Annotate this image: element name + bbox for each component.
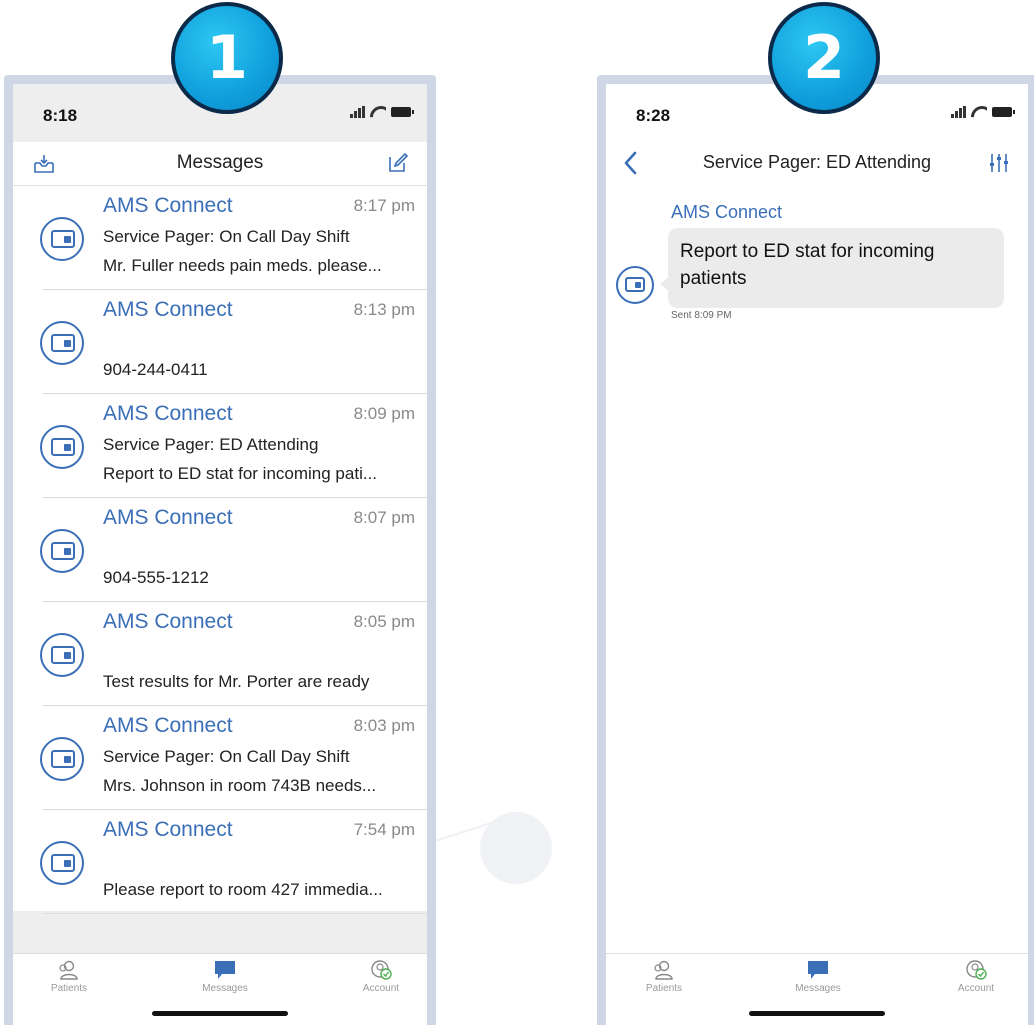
message-preview: Test results for Mr. Porter are ready [103, 672, 370, 691]
message-sender: AMS Connect [103, 402, 233, 425]
message-sender: AMS Connect [103, 610, 233, 633]
message-row[interactable]: AMS Connect 8:07 pm 904-555-1212 [13, 498, 427, 602]
home-indicator[interactable] [749, 1011, 885, 1016]
background-decoration-dot [480, 812, 552, 884]
pager-avatar-icon [40, 633, 84, 677]
tab-label: Patients [645, 983, 683, 994]
status-time: 8:18 [43, 106, 78, 125]
page-title: Service Pager: ED Attending [702, 152, 932, 172]
status-icons [951, 106, 1015, 118]
message-row[interactable]: AMS Connect 8:13 pm 904-244-0411 [13, 290, 427, 394]
message-preview: 904-244-0411 [103, 360, 208, 379]
step-badge-1: 1 [171, 2, 283, 114]
tab-label: Account [957, 983, 995, 994]
message-list: AMS Connect 8:17 pm Service Pager: On Ca… [13, 186, 427, 914]
chat-area: AMS Connect Report to ED stat for incomi… [606, 186, 1028, 953]
nav-bar: Service Pager: ED Attending [606, 142, 1028, 186]
sent-timestamp: Sent 8:09 PM [671, 310, 732, 321]
status-time: 8:28 [636, 106, 671, 125]
message-subject: Service Pager: On Call Day Shift [103, 227, 350, 246]
nav-bar: Messages [13, 142, 427, 186]
message-time: 8:03 pm [353, 716, 415, 735]
message-row[interactable]: AMS Connect 8:17 pm Service Pager: On Ca… [13, 186, 427, 290]
message-time: 8:07 pm [353, 508, 415, 527]
patients-icon [59, 960, 78, 980]
message-row[interactable]: AMS Connect 8:09 pm Service Pager: ED At… [13, 394, 427, 498]
messages-icon [215, 961, 235, 979]
message-row[interactable]: AMS Connect 8:05 pm Test results for Mr.… [13, 602, 427, 706]
message-preview: 904-555-1212 [103, 568, 209, 587]
message-row[interactable]: AMS Connect 8:03 pm Service Pager: On Ca… [13, 706, 427, 810]
message-time: 8:17 pm [353, 196, 415, 215]
message-preview: Please report to room 427 immedia... [103, 880, 383, 899]
tab-patients[interactable]: Patients [19, 960, 119, 994]
message-subject: Service Pager: On Call Day Shift [103, 747, 350, 766]
phone-message-detail: 8:28 Service Pager: ED Attending AMS Con… [597, 75, 1034, 1025]
message-sender: AMS Connect [103, 818, 233, 841]
pager-avatar-icon [40, 529, 84, 573]
tab-account[interactable]: Account [926, 960, 1026, 994]
chat-sender: AMS Connect [671, 202, 783, 222]
sliders-icon[interactable] [988, 152, 1010, 174]
tab-label: Messages [795, 983, 841, 994]
row-divider [43, 913, 427, 914]
message-sender: AMS Connect [103, 194, 233, 217]
tab-patients[interactable]: Patients [614, 960, 714, 994]
message-time: 8:13 pm [353, 300, 415, 319]
patients-icon [654, 960, 673, 980]
message-preview: Report to ED stat for incoming pati... [103, 464, 378, 483]
status-icons [350, 106, 414, 118]
message-sender: AMS Connect [103, 506, 233, 529]
pager-avatar-icon [616, 266, 654, 304]
pager-avatar-icon [40, 737, 84, 781]
tab-messages[interactable]: Messages [768, 960, 868, 994]
pager-avatar-icon [40, 425, 84, 469]
message-sender: AMS Connect [103, 714, 233, 737]
phone-messages-list: 8:18 Messages AMS Connect 8:17 pm Servic… [4, 75, 436, 1025]
account-icon [966, 960, 987, 980]
message-bubble[interactable]: Report to ED stat for incoming patients [660, 228, 1004, 308]
message-preview: Mrs. Johnson in room 743B needs... [103, 776, 377, 795]
tab-label: Account [362, 983, 400, 994]
message-time: 8:09 pm [353, 404, 415, 423]
messages-icon [808, 961, 828, 979]
pager-avatar-icon [40, 841, 84, 885]
pager-avatar-icon [40, 217, 84, 261]
message-sender: AMS Connect [103, 298, 233, 321]
battery-icon [992, 107, 1015, 117]
back-chevron-icon[interactable] [620, 150, 642, 176]
battery-icon [391, 107, 414, 117]
signal-icon [951, 106, 966, 118]
home-indicator[interactable] [152, 1011, 288, 1016]
message-preview: Mr. Fuller needs pain meds. please... [103, 256, 382, 275]
tab-label: Patients [50, 983, 88, 994]
message-time: 7:54 pm [353, 820, 415, 839]
page-title: Messages [176, 152, 264, 173]
step-badge-2: 2 [768, 2, 880, 114]
tab-account[interactable]: Account [331, 960, 427, 994]
signal-icon [350, 106, 365, 118]
wifi-icon [370, 106, 386, 118]
message-subject: Service Pager: ED Attending [103, 435, 319, 454]
tab-messages[interactable]: Messages [175, 960, 275, 994]
message-time: 8:05 pm [353, 612, 415, 631]
tab-label: Messages [202, 983, 248, 994]
compose-icon[interactable] [387, 152, 409, 174]
account-icon [371, 960, 392, 980]
pager-avatar-icon [40, 321, 84, 365]
message-row[interactable]: AMS Connect 7:54 pm Please report to roo… [13, 810, 427, 914]
wifi-icon [971, 106, 987, 118]
